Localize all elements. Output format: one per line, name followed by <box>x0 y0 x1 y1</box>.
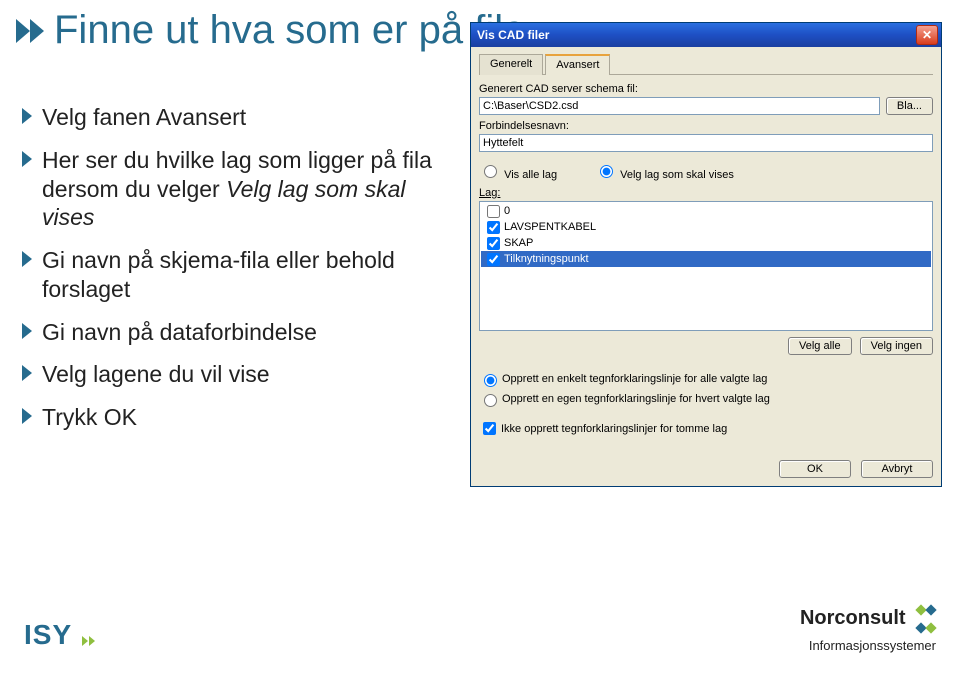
layer-checkbox[interactable] <box>487 253 500 266</box>
connection-name-label: Forbindelsesnavn: <box>479 120 933 132</box>
select-all-button[interactable]: Velg alle <box>788 337 852 355</box>
schema-file-input[interactable] <box>479 97 880 115</box>
layer-select-buttons: Velg alle Velg ingen <box>479 337 933 355</box>
slide-title: Finne ut hva som er på fila <box>54 8 525 53</box>
title-marker-icon <box>16 19 30 43</box>
checkbox-skip-empty-layers[interactable]: Ikke opprett tegnforklaringslinjer for t… <box>479 419 933 438</box>
bullet-item: Velg lagene du vil vise <box>22 360 452 389</box>
schema-file-row: Bla... <box>479 97 933 115</box>
bullet-text: Trykk OK <box>42 403 137 432</box>
radio-vis-alle-lag[interactable]: Vis alle lag <box>479 162 557 181</box>
layer-row[interactable]: LAVSPENTKABEL <box>481 219 931 235</box>
close-button[interactable]: ✕ <box>916 25 938 45</box>
checkbox-input[interactable] <box>483 422 496 435</box>
bullet-item: Gi navn på skjema-fila eller behold fors… <box>22 246 452 304</box>
layer-row[interactable]: 0 <box>481 203 931 219</box>
norconsult-logo: Norconsult Informasjonssystemer <box>800 602 936 653</box>
tab-strip: Generelt Avansert <box>479 53 933 75</box>
bullet-icon <box>22 151 32 167</box>
title-marker-icon <box>30 19 44 43</box>
legend-options: Opprett en enkelt tegnforklaringslinje f… <box>479 371 933 438</box>
bullet-icon <box>22 408 32 424</box>
radio-input[interactable] <box>484 165 497 178</box>
bullet-text: Her ser du hvilke lag som ligger på fila… <box>42 146 452 232</box>
connection-name-input[interactable] <box>479 134 933 152</box>
bullet-item: Velg fanen Avansert <box>22 103 452 132</box>
radio-input[interactable] <box>600 165 613 178</box>
tab-generelt[interactable]: Generelt <box>479 54 543 75</box>
bullet-text: Gi navn på dataforbindelse <box>42 318 317 347</box>
isy-logo: ISY <box>24 619 96 653</box>
bullet-item: Trykk OK <box>22 403 452 432</box>
dialog-title: Vis CAD filer <box>477 28 549 42</box>
layer-list-label: Lag: <box>479 187 933 199</box>
layer-mode-radio-group: Vis alle lag Velg lag som skal vises <box>479 162 933 181</box>
dialog-titlebar[interactable]: Vis CAD filer ✕ <box>471 23 941 47</box>
radio-input[interactable] <box>484 374 497 387</box>
radio-legend-per-layer[interactable]: Opprett en egen tegnforklaringslinje for… <box>479 391 933 407</box>
layer-row[interactable]: Tilknytningspunkt <box>481 251 931 267</box>
layer-name: 0 <box>504 205 510 217</box>
radio-legend-single[interactable]: Opprett en enkelt tegnforklaringslinje f… <box>479 371 933 387</box>
schema-file-label: Generert CAD server schema fil: <box>479 83 933 95</box>
bullet-icon <box>22 365 32 381</box>
layer-name: SKAP <box>504 237 533 249</box>
layer-checkbox[interactable] <box>487 237 500 250</box>
radio-velg-lag-som-skal-vises[interactable]: Velg lag som skal vises <box>595 162 734 181</box>
dialog-footer: OK Avbryt <box>479 452 933 478</box>
norconsult-mark-icon <box>916 602 936 638</box>
layer-name: Tilknytningspunkt <box>504 253 589 265</box>
bullet-icon <box>22 323 32 339</box>
layer-name: LAVSPENTKABEL <box>504 221 596 233</box>
layer-checkbox[interactable] <box>487 205 500 218</box>
select-none-button[interactable]: Velg ingen <box>860 337 933 355</box>
bullet-icon <box>22 251 32 267</box>
bullet-list: Velg fanen Avansert Her ser du hvilke la… <box>22 103 452 432</box>
layer-listbox[interactable]: 0 LAVSPENTKABEL SKAP Tilknytningspunkt <box>479 201 933 331</box>
tab-avansert[interactable]: Avansert <box>545 54 610 75</box>
slide-root: Finne ut hva som er på fila Velg fanen A… <box>0 0 960 675</box>
dialog-vis-cad-filer: Vis CAD filer ✕ Generelt Avansert Genere… <box>470 22 942 487</box>
isy-logo-icon <box>82 621 96 653</box>
bullet-icon <box>22 108 32 124</box>
ok-button[interactable]: OK <box>779 460 851 478</box>
dialog-body: Generelt Avansert Generert CAD server sc… <box>471 47 941 486</box>
bullet-text: Velg fanen Avansert <box>42 103 246 132</box>
bullet-text: Gi navn på skjema-fila eller behold fors… <box>42 246 452 304</box>
radio-input[interactable] <box>484 394 497 407</box>
layer-checkbox[interactable] <box>487 221 500 234</box>
bullet-item: Gi navn på dataforbindelse <box>22 318 452 347</box>
cancel-button[interactable]: Avbryt <box>861 460 933 478</box>
bullet-text: Velg lagene du vil vise <box>42 360 270 389</box>
browse-button[interactable]: Bla... <box>886 97 933 115</box>
layer-row[interactable]: SKAP <box>481 235 931 251</box>
close-icon: ✕ <box>922 28 932 42</box>
bullet-item: Her ser du hvilke lag som ligger på fila… <box>22 146 452 232</box>
